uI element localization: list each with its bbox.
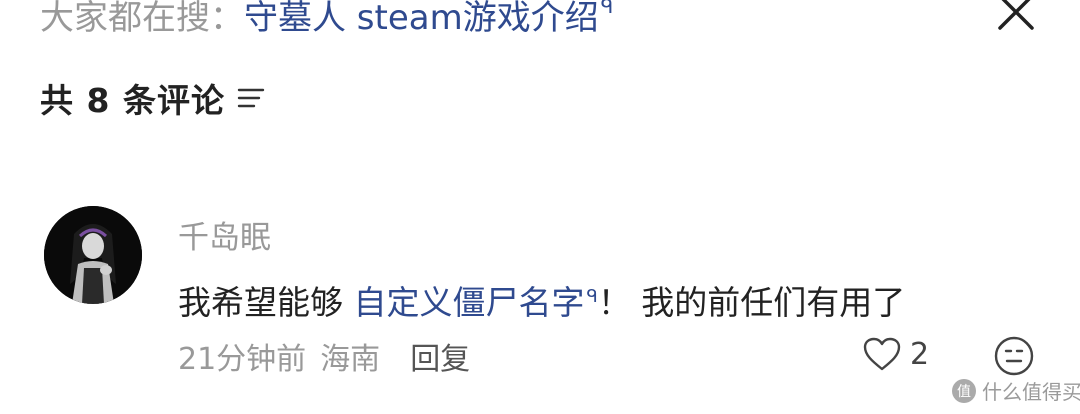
sort-icon[interactable] (235, 84, 267, 112)
search-suggestion-prefix: 大家都在搜： (40, 0, 244, 38)
reply-button[interactable]: 回复 (410, 334, 470, 378)
comment-username[interactable]: 千岛眠 (178, 212, 271, 257)
svg-text:值: 值 (957, 384, 971, 400)
like-button[interactable]: 2 (862, 336, 929, 372)
comment-search-link[interactable]: 自定义僵尸名字 (354, 283, 585, 322)
comment-meta: 21分钟前 海南 回复 (178, 334, 470, 378)
search-suggestion-link[interactable]: 守墓人 steam游戏介绍 (244, 0, 599, 42)
emoji-icon[interactable] (992, 334, 1036, 378)
comment-panel: 大家都在搜： 守墓人 steam游戏介绍 ᑫ 共 8 条评论 千岛眠 我希望能够… (0, 0, 1080, 414)
comment-time: 21分钟前 (178, 342, 307, 377)
comment-location: 海南 (320, 342, 381, 377)
comment-count: 共 8 条评论 (40, 81, 225, 120)
heart-icon (863, 337, 901, 371)
comment-text: 我希望能够 自定义僵尸名字 ᑫ！ 我的前任们有用了 (178, 276, 905, 324)
search-mark-icon: ᑫ (600, 0, 614, 18)
like-count: 2 (910, 336, 930, 372)
avatar-image (44, 206, 142, 304)
search-mark-icon: ᑫ (586, 286, 598, 307)
comment-header: 共 8 条评论 (40, 74, 267, 122)
comment-item: 千岛眠 我希望能够 自定义僵尸名字 ᑫ！ 我的前任们有用了 21分钟前 海南 回复… (44, 206, 1054, 396)
avatar[interactable] (44, 206, 142, 304)
watermark-logo-icon: 值 (952, 378, 976, 403)
comment-text-after: ！ 我的前任们有用了 (597, 283, 906, 322)
watermark-text: 什么值得买 (982, 380, 1080, 404)
close-icon[interactable] (994, 0, 1038, 36)
watermark: 值 什么值得买 (950, 376, 1080, 405)
search-suggestion: 大家都在搜： 守墓人 steam游戏介绍 ᑫ (40, 0, 613, 42)
comment-text-before: 我希望能够 (178, 283, 354, 322)
